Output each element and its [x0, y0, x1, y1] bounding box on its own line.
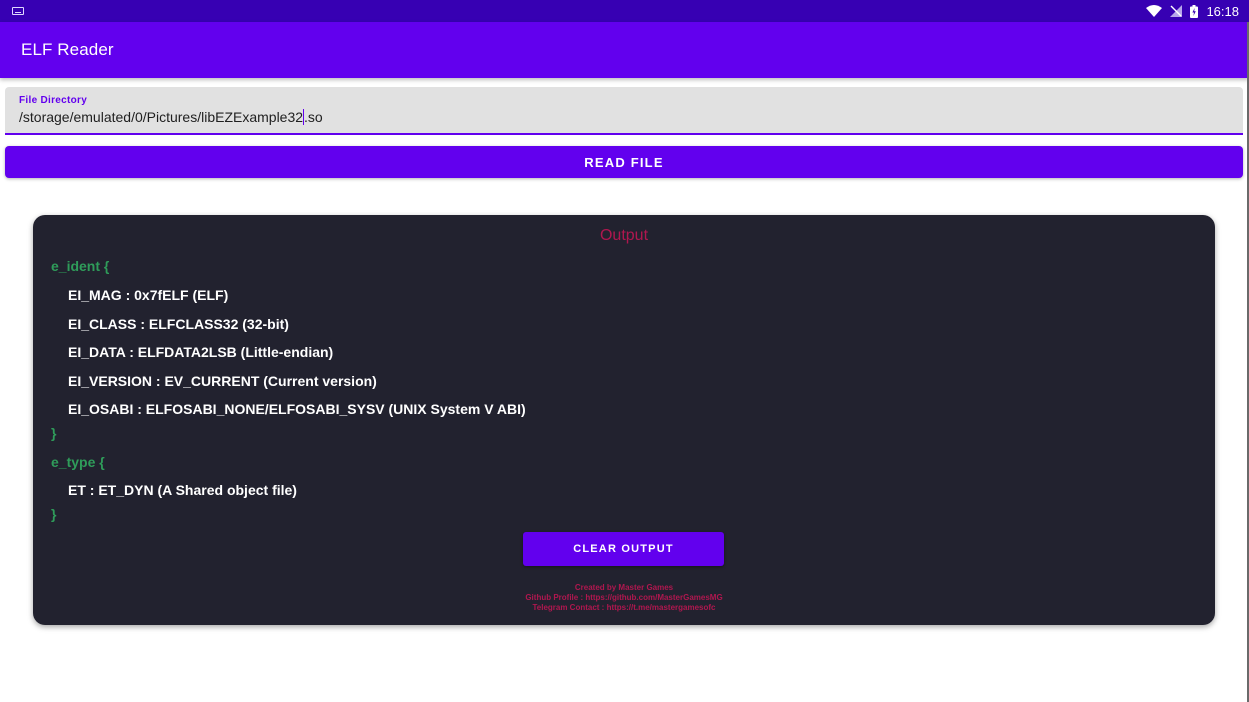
file-path-before-cursor: /storage/emulated/0/Pictures/libEZExampl…: [19, 109, 304, 125]
output-line: e_type {: [51, 454, 105, 470]
signal-icon: [1170, 5, 1183, 17]
output-line: EI_DATA : ELFDATA2LSB (Little-endian): [68, 344, 334, 360]
status-bar: 16:18: [0, 0, 1249, 22]
output-card: Output e_ident { EI_MAG : 0x7fELF (ELF) …: [33, 215, 1215, 625]
file-directory-input[interactable]: /storage/emulated/0/Pictures/libEZExampl…: [19, 109, 1229, 125]
wifi-icon: [1146, 5, 1163, 17]
file-path-after-cursor: .so: [304, 109, 323, 125]
output-title: Output: [599, 227, 649, 244]
output-line: EI_OSABI : ELFOSABI_NONE/ELFOSABI_SYSV (…: [68, 401, 526, 417]
output-line: }: [51, 425, 57, 441]
file-directory-field[interactable]: File Directory /storage/emulated/0/Pictu…: [5, 87, 1243, 135]
credits-github: Github Profile : https://github.com/Mast…: [525, 593, 723, 602]
output-line: }: [51, 506, 57, 522]
read-file-button[interactable]: READ FILE: [5, 146, 1243, 178]
keyboard-icon: [12, 7, 24, 15]
app-bar: ELF Reader: [0, 22, 1249, 78]
credits-author: Created by Master Games: [574, 583, 674, 592]
credits-telegram: Telegram Contact : https://t.me/masterga…: [532, 603, 716, 612]
output-line: EI_MAG : 0x7fELF (ELF): [68, 287, 229, 303]
app-title: ELF Reader: [21, 40, 114, 59]
output-line: EI_CLASS : ELFCLASS32 (32-bit): [68, 316, 289, 332]
output-line: EI_VERSION : EV_CURRENT (Current version…: [68, 373, 377, 389]
status-time: 16:18: [1206, 3, 1239, 19]
output-line: e_ident {: [51, 258, 110, 274]
file-directory-label: File Directory: [19, 95, 88, 106]
credits: Created by Master Games Github Profile :…: [33, 583, 1215, 613]
clear-output-button[interactable]: CLEAR OUTPUT: [523, 532, 724, 566]
output-line: ET : ET_DYN (A Shared object file): [68, 482, 297, 498]
battery-icon: [1190, 4, 1199, 18]
